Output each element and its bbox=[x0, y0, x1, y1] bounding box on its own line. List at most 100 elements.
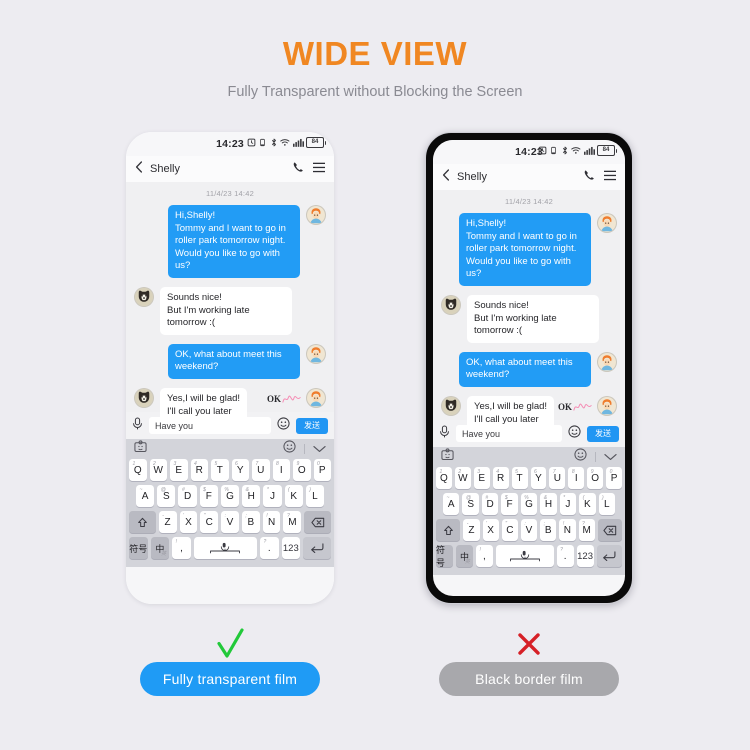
phone-icon[interactable] bbox=[292, 160, 304, 178]
space-key[interactable] bbox=[495, 545, 554, 567]
key-j[interactable]: * J bbox=[263, 485, 282, 507]
enter-return-icon[interactable] bbox=[596, 545, 622, 567]
key-a[interactable]: ~ A bbox=[136, 485, 155, 507]
key-w[interactable]: 2W bbox=[149, 459, 167, 481]
verdict-label-black-border: Black border film bbox=[439, 662, 619, 696]
chevron-down-icon[interactable] bbox=[604, 448, 617, 466]
backspace-icon[interactable] bbox=[597, 519, 623, 541]
enter-return-icon[interactable] bbox=[303, 537, 331, 559]
shift-arrow-icon[interactable] bbox=[129, 511, 156, 533]
symbol-key[interactable]: 符号 bbox=[436, 545, 453, 568]
chevron-left-icon[interactable] bbox=[442, 168, 450, 186]
key-x[interactable]: ' X bbox=[482, 519, 499, 541]
key-u[interactable]: 7U bbox=[252, 459, 270, 481]
backspace-icon[interactable] bbox=[304, 511, 331, 533]
key-z[interactable]: -Z bbox=[463, 519, 480, 541]
key-l[interactable]: ) L bbox=[598, 493, 615, 515]
key-f[interactable]: $ F bbox=[501, 493, 518, 515]
key-e[interactable]: 3E bbox=[473, 467, 490, 489]
key-comma[interactable]: !, bbox=[475, 545, 493, 567]
key-i[interactable]: 8I bbox=[568, 467, 585, 489]
hamburger-menu-icon[interactable] bbox=[313, 160, 325, 178]
message-row: OK, what about meet this weekend? bbox=[134, 343, 326, 379]
avatar bbox=[306, 343, 326, 364]
chevron-down-icon[interactable] bbox=[313, 440, 326, 458]
shift-arrow-icon[interactable] bbox=[436, 519, 461, 541]
key-g[interactable]: % G bbox=[520, 493, 538, 515]
key-o[interactable]: 9O bbox=[587, 467, 604, 489]
language-toggle-key[interactable]: 中英 bbox=[150, 537, 170, 559]
key-t[interactable]: 5T bbox=[511, 467, 528, 489]
ok-sticker: OK bbox=[558, 400, 593, 412]
key-period[interactable]: ?. bbox=[259, 537, 279, 559]
key-e[interactable]: 3E bbox=[170, 459, 188, 481]
key-m[interactable]: ? M bbox=[283, 511, 302, 533]
symbol-key[interactable]: 符号 bbox=[129, 537, 148, 559]
key-l[interactable]: ) L bbox=[305, 485, 324, 507]
number-mode-key[interactable]: 123 bbox=[281, 537, 301, 559]
key-y[interactable]: 6Y bbox=[231, 459, 249, 481]
keyboard-row-1: 1Q 2W 3E 4R 5T 6Y 7U 8I 9O 0P bbox=[126, 459, 334, 481]
chevron-left-icon[interactable] bbox=[135, 160, 143, 178]
conversation-area: 11/4/23 14:42 Hi,Shelly! Tommy and I wan… bbox=[433, 190, 625, 432]
key-n[interactable]: ! N bbox=[559, 519, 576, 541]
key-h[interactable]: & H bbox=[242, 485, 261, 507]
message-bubble-outgoing: Hi,Shelly! Tommy and I want to go in rol… bbox=[459, 213, 591, 286]
key-period[interactable]: ?. bbox=[556, 545, 574, 567]
key-p[interactable]: 0P bbox=[313, 459, 331, 481]
key-c[interactable]: " C bbox=[501, 519, 518, 541]
key-s[interactable]: @ S bbox=[462, 493, 479, 515]
key-comma[interactable]: !, bbox=[172, 537, 191, 559]
signal-icon bbox=[583, 146, 595, 155]
hamburger-menu-icon[interactable] bbox=[604, 168, 616, 186]
status-icons: 84 bbox=[247, 137, 326, 148]
key-u[interactable]: 7U bbox=[549, 467, 566, 489]
key-s[interactable]: @ S bbox=[157, 485, 176, 507]
key-n[interactable]: ! N bbox=[262, 511, 281, 533]
key-c[interactable]: " C bbox=[200, 511, 219, 533]
sticker-avatar-icon[interactable] bbox=[441, 448, 454, 466]
key-w[interactable]: 2W bbox=[454, 467, 471, 489]
key-r[interactable]: 4R bbox=[190, 459, 208, 481]
key-p[interactable]: 0P bbox=[606, 467, 623, 489]
key-f[interactable]: $ F bbox=[199, 485, 218, 507]
key-v[interactable]: :V bbox=[221, 511, 239, 533]
phone-icon[interactable] bbox=[583, 168, 595, 186]
key-o[interactable]: 9O bbox=[293, 459, 311, 481]
key-x[interactable]: ' X bbox=[179, 511, 198, 533]
key-g[interactable]: % G bbox=[220, 485, 240, 507]
key-a[interactable]: ~ A bbox=[443, 493, 460, 515]
key-i[interactable]: 8I bbox=[272, 459, 290, 481]
avatar bbox=[134, 387, 154, 408]
key-b[interactable]: ; B bbox=[241, 511, 260, 533]
key-b[interactable]: ; B bbox=[540, 519, 557, 541]
key-q[interactable]: 1Q bbox=[435, 467, 452, 489]
emoji-smiley-icon[interactable] bbox=[283, 440, 296, 458]
key-j[interactable]: * J bbox=[559, 493, 577, 515]
key-d[interactable]: # D bbox=[481, 493, 499, 515]
key-y[interactable]: 6Y bbox=[530, 467, 547, 489]
message-bubble-incoming: Yes,I will be glad! I'll call you later bbox=[467, 395, 555, 432]
wifi-icon bbox=[280, 138, 290, 147]
battery-icon: 84 bbox=[306, 137, 326, 148]
key-t[interactable]: 5T bbox=[211, 459, 229, 481]
emoji-smiley-icon[interactable] bbox=[574, 448, 587, 466]
toolbar-divider bbox=[595, 452, 596, 462]
key-m[interactable]: ? M bbox=[578, 519, 595, 541]
avatar bbox=[306, 205, 326, 225]
key-z[interactable]: -Z bbox=[158, 511, 177, 533]
key-r[interactable]: 4R bbox=[492, 467, 509, 489]
key-v[interactable]: :V bbox=[520, 519, 538, 541]
key-k[interactable]: (K bbox=[579, 493, 596, 515]
battery-icon: 84 bbox=[597, 145, 617, 156]
key-k[interactable]: (K bbox=[284, 485, 303, 507]
language-toggle-key[interactable]: 中英 bbox=[455, 545, 473, 567]
message-row: Hi,Shelly! Tommy and I want to go in rol… bbox=[441, 213, 617, 286]
key-q[interactable]: 1Q bbox=[129, 459, 147, 481]
key-h[interactable]: & H bbox=[540, 493, 557, 515]
ok-sticker-label: OK bbox=[557, 402, 572, 412]
key-d[interactable]: # D bbox=[178, 485, 197, 507]
space-key[interactable] bbox=[193, 537, 257, 559]
sticker-avatar-icon[interactable] bbox=[134, 440, 147, 458]
number-mode-key[interactable]: 123 bbox=[576, 545, 594, 567]
